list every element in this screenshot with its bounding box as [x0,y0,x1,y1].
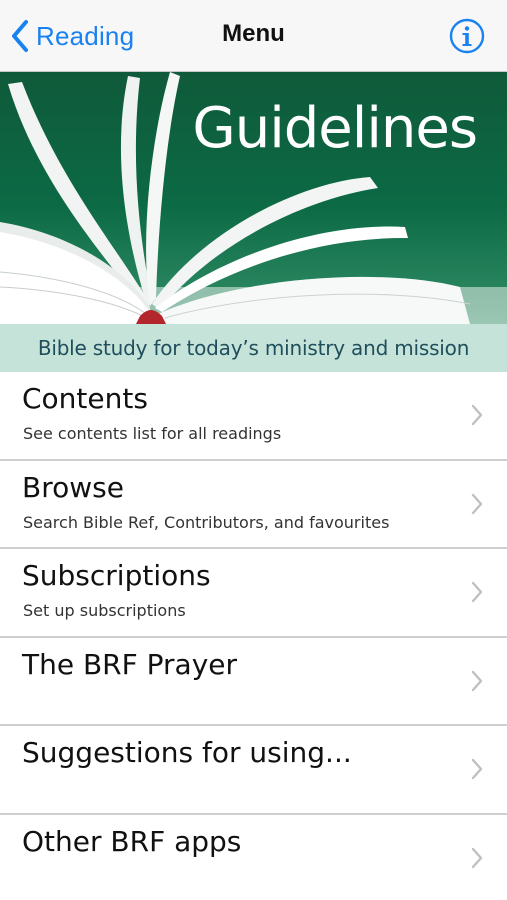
menu-item-title: Subscriptions [22,559,211,592]
menu-item-suggestions[interactable]: Suggestions for using... [0,726,507,815]
menu-item-title: Contents [22,382,148,415]
menu-item-subtitle: Search Bible Ref, Contributors, and favo… [23,512,390,532]
menu-item-other-apps[interactable]: Other BRF apps [0,814,507,900]
back-button-label: Reading [36,20,135,51]
back-button[interactable]: Reading [10,16,134,56]
info-button[interactable] [449,18,485,54]
chevron-right-icon [471,670,483,691]
menu-item-subscriptions[interactable]: Subscriptions Set up subscriptions [0,549,507,638]
guidelines-banner: Guidelines Bible study for today’s minis… [0,72,507,372]
menu-item-title: Suggestions for using... [22,736,352,769]
chevron-right-icon [471,847,483,868]
chevron-right-icon [471,404,483,426]
banner-title: Guidelines [192,96,478,161]
banner-tagline: Bible study for today’s ministry and mis… [0,324,507,372]
navigation-bar: Reading Menu [0,0,507,72]
chevron-right-icon [471,581,483,603]
chevron-right-icon [471,493,483,514]
chevron-left-icon [12,20,28,52]
menu-item-contents[interactable]: Contents See contents list for all readi… [0,372,507,461]
menu-item-title: The BRF Prayer [22,647,238,681]
menu-item-title: Browse [22,470,124,504]
menu-list: Contents See contents list for all readi… [0,372,507,900]
menu-item-browse[interactable]: Browse Search Bible Ref, Contributors, a… [0,460,507,549]
info-icon [449,18,485,54]
menu-item-brf-prayer[interactable]: The BRF Prayer [0,637,507,726]
chevron-right-icon [471,758,483,780]
menu-item-subtitle: See contents list for all readings [23,424,282,443]
menu-item-title: Other BRF apps [22,824,242,858]
menu-item-subtitle: Set up subscriptions [23,601,186,620]
